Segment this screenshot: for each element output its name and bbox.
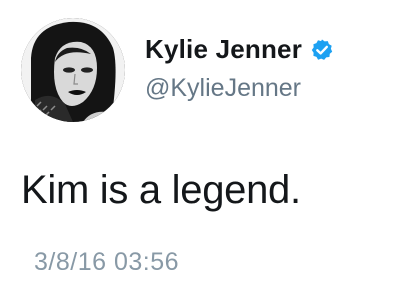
verified-badge-icon [310,38,334,62]
author-handle[interactable]: @KylieJenner [145,74,301,103]
tweet-timestamp[interactable]: 3/8/16 03:56 [34,248,179,277]
tweet-text: Kim is a legend. [21,168,301,212]
avatar[interactable] [21,18,125,122]
profile-photo [21,18,125,122]
tweet-card: Kylie Jenner @KylieJenner Kim is a legen… [0,0,416,305]
author-display-name[interactable]: Kylie Jenner [145,34,302,65]
author-name-row: Kylie Jenner [145,34,334,65]
